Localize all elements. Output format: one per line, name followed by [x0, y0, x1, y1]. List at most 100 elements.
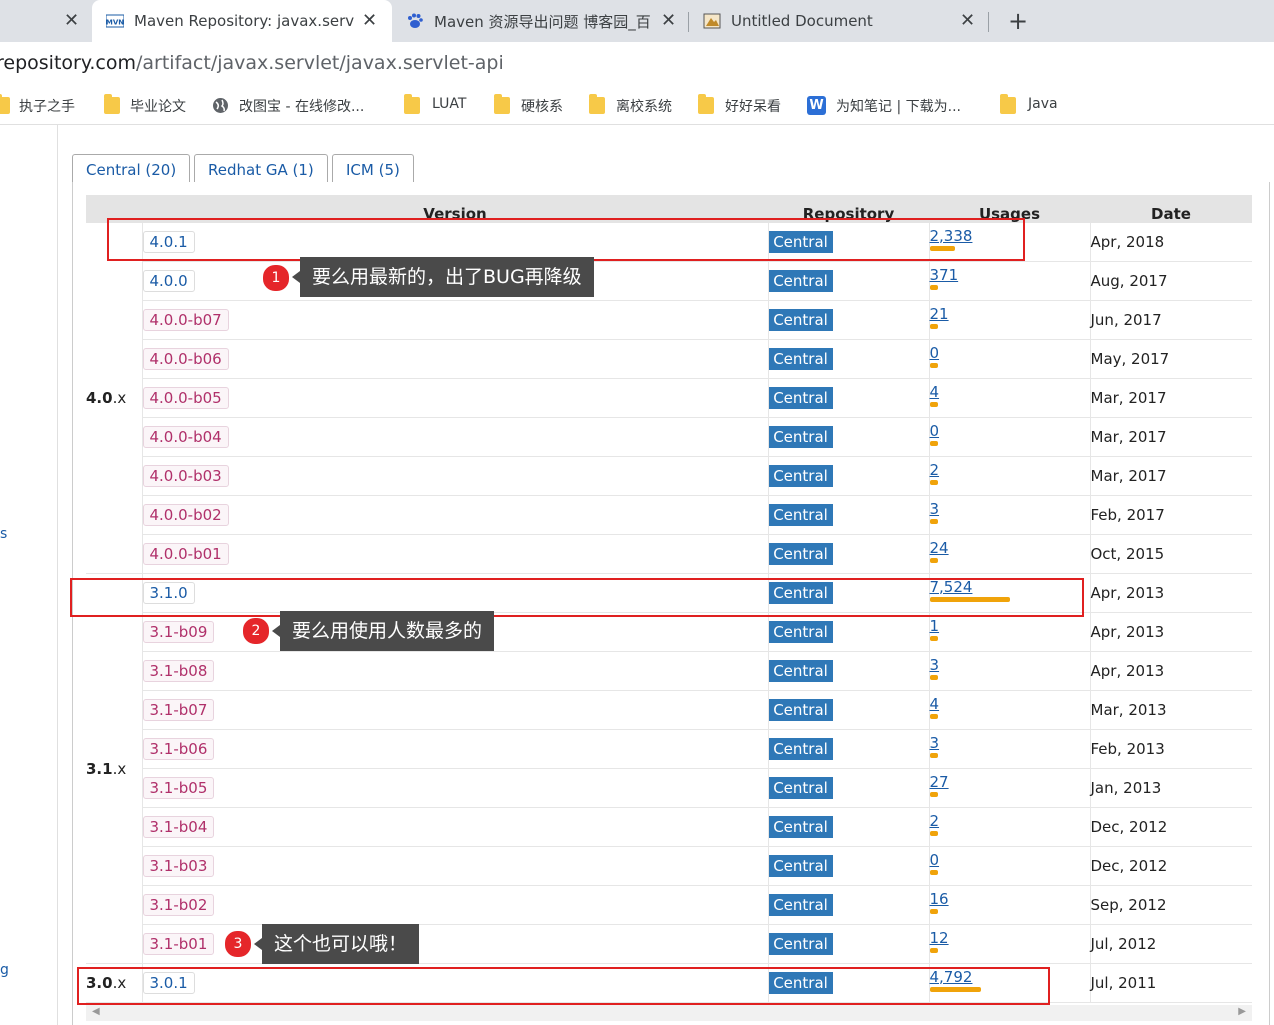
tab-redhat-ga[interactable]: Redhat GA (1) — [194, 154, 328, 182]
usages-link[interactable]: 2 — [930, 462, 1090, 478]
date-cell: Mar, 2017 — [1090, 378, 1252, 418]
central-repo-badge[interactable]: Central — [768, 621, 833, 643]
usages-link[interactable]: 3 — [930, 657, 1090, 673]
wiz-note-icon: W — [807, 96, 826, 115]
close-icon[interactable]: ✕ — [64, 10, 79, 31]
close-icon[interactable]: ✕ — [960, 10, 975, 31]
version-link[interactable]: 4.0.0-b06 — [142, 348, 229, 370]
usages-cell: 12 — [929, 924, 1091, 964]
central-repo-badge[interactable]: Central — [768, 777, 833, 799]
usages-link[interactable]: 16 — [930, 891, 1090, 907]
central-repo-badge[interactable]: Central — [768, 426, 833, 448]
tab-central[interactable]: Central (20) — [72, 154, 191, 183]
tab-icm[interactable]: ICM (5) — [332, 154, 414, 182]
central-repo-badge[interactable]: Central — [768, 738, 833, 760]
central-repo-badge[interactable]: Central — [768, 465, 833, 487]
version-link[interactable]: 3.1-b07 — [142, 699, 215, 721]
usages-link[interactable]: 3 — [930, 735, 1090, 751]
version-link[interactable]: 3.1-b03 — [142, 855, 215, 877]
bookmark-item[interactable]: 为知笔记 | 下载为... — [836, 96, 961, 116]
bookmark-item[interactable]: 离校系统 — [616, 96, 672, 116]
usages-link[interactable]: 12 — [930, 930, 1090, 946]
usages-link[interactable]: 24 — [930, 540, 1090, 556]
central-repo-badge[interactable]: Central — [768, 660, 833, 682]
version-link[interactable]: 3.1-b08 — [142, 660, 215, 682]
version-link[interactable]: 4.0.0-b07 — [142, 309, 229, 331]
table-row: 3.1-b06 Central 3 Feb, 2013 — [86, 729, 1252, 769]
bookmark-item[interactable]: 毕业论文 — [130, 96, 186, 116]
browser-tab-previous[interactable]: ✕ — [0, 0, 90, 42]
central-repo-badge[interactable]: Central — [768, 270, 833, 292]
repository-cell: Central — [768, 729, 930, 769]
central-repo-badge[interactable]: Central — [768, 816, 833, 838]
usages-link[interactable]: 371 — [930, 267, 1090, 283]
bookmark-item[interactable]: LUAT — [432, 96, 466, 112]
close-icon[interactable]: ✕ — [661, 10, 676, 31]
sidebar-fragment[interactable]: s — [0, 526, 7, 542]
central-repo-badge[interactable]: Central — [768, 309, 833, 331]
central-repo-badge[interactable]: Central — [768, 504, 833, 526]
version-link[interactable]: 3.1-b02 — [142, 894, 215, 916]
version-link[interactable]: 3.1-b04 — [142, 816, 215, 838]
version-link[interactable]: 4.0.0-b04 — [142, 426, 229, 448]
horizontal-scrollbar[interactable]: ◀ ▶ — [86, 1005, 1252, 1021]
browser-tab-untitled[interactable]: Untitled Document ✕ — [690, 0, 986, 42]
usages-link[interactable]: 4 — [930, 384, 1090, 400]
version-link[interactable]: 4.0.0-b03 — [142, 465, 229, 487]
bookmark-item[interactable]: 改图宝 - 在线修改... — [239, 96, 364, 116]
date-cell: Sep, 2012 — [1090, 885, 1252, 925]
version-link[interactable]: 4.0.0-b02 — [142, 504, 229, 526]
browser-tab-maven[interactable]: MVN Maven Repository: javax.servle ✕ — [92, 0, 392, 42]
table-row: 4.0.0-b03 Central 2 Mar, 2017 — [86, 456, 1252, 496]
usages-link[interactable]: 0 — [930, 852, 1090, 868]
central-repo-badge[interactable]: Central — [768, 387, 833, 409]
usages-link[interactable]: 27 — [930, 774, 1090, 790]
central-repo-badge[interactable]: Central — [768, 933, 833, 955]
version-cell: 3.1-b08 — [142, 651, 769, 691]
sidebar-fragment[interactable]: g — [0, 962, 9, 978]
central-repo-badge[interactable]: Central — [768, 543, 833, 565]
bookmark-item[interactable]: 好好呆看 — [725, 96, 781, 116]
close-icon[interactable]: ✕ — [362, 10, 377, 31]
usage-bar — [929, 713, 938, 719]
version-link[interactable]: 4.0.0-b05 — [142, 387, 229, 409]
date-cell: Dec, 2012 — [1090, 846, 1252, 886]
address-bar[interactable]: repository.com/artifact/javax.servlet/ja… — [0, 42, 1274, 88]
usages-link[interactable]: 0 — [930, 345, 1090, 361]
url-text[interactable]: repository.com/artifact/javax.servlet/ja… — [0, 52, 504, 74]
version-link[interactable]: 3.1-b05 — [142, 777, 215, 799]
version-link[interactable]: 3.1-b06 — [142, 738, 215, 760]
usages-link[interactable]: 21 — [930, 306, 1090, 322]
date-cell: Mar, 2013 — [1090, 690, 1252, 730]
annotation-callout-2: 要么用使用人数最多的 — [271, 611, 495, 651]
repository-cell: Central — [768, 768, 930, 808]
scroll-right-icon[interactable]: ▶ — [1238, 1006, 1246, 1017]
version-group-major: 4.0 — [86, 389, 113, 407]
bookmark-item[interactable]: 硬核系 — [521, 96, 563, 116]
usage-bar — [929, 518, 938, 524]
new-tab-icon[interactable]: + — [1005, 6, 1031, 36]
central-repo-badge[interactable]: Central — [768, 855, 833, 877]
date-cell: Jun, 2017 — [1090, 300, 1252, 340]
version-link[interactable]: 4.0.0-b01 — [142, 543, 229, 565]
central-repo-badge[interactable]: Central — [768, 348, 833, 370]
url-host: repository.com — [0, 52, 136, 74]
repository-cell: Central — [768, 495, 930, 535]
central-repo-badge[interactable]: Central — [768, 894, 833, 916]
version-link[interactable]: 3.1-b09 — [142, 621, 215, 643]
bookmark-item[interactable]: 执子之手 — [19, 96, 75, 116]
version-link[interactable]: 3.1-b01 — [142, 933, 215, 955]
version-link[interactable]: 4.0.0 — [142, 270, 195, 292]
central-repo-badge[interactable]: Central — [768, 699, 833, 721]
usages-link[interactable]: 4 — [930, 696, 1090, 712]
scroll-left-icon[interactable]: ◀ — [92, 1006, 100, 1017]
usages-link[interactable]: 0 — [930, 423, 1090, 439]
table-row: 4.0.0-b04 Central 0 Mar, 2017 — [86, 417, 1252, 457]
usages-link[interactable]: 1 — [930, 618, 1090, 634]
usages-link[interactable]: 3 — [930, 501, 1090, 517]
repository-cell: Central — [768, 885, 930, 925]
usages-link[interactable]: 2 — [930, 813, 1090, 829]
bookmark-item[interactable]: Java — [1028, 96, 1058, 112]
version-cell: 4.0.0-b06 — [142, 339, 769, 379]
browser-tab-blog[interactable]: Maven 资源导出问题 博客园_百 ✕ — [394, 0, 686, 42]
